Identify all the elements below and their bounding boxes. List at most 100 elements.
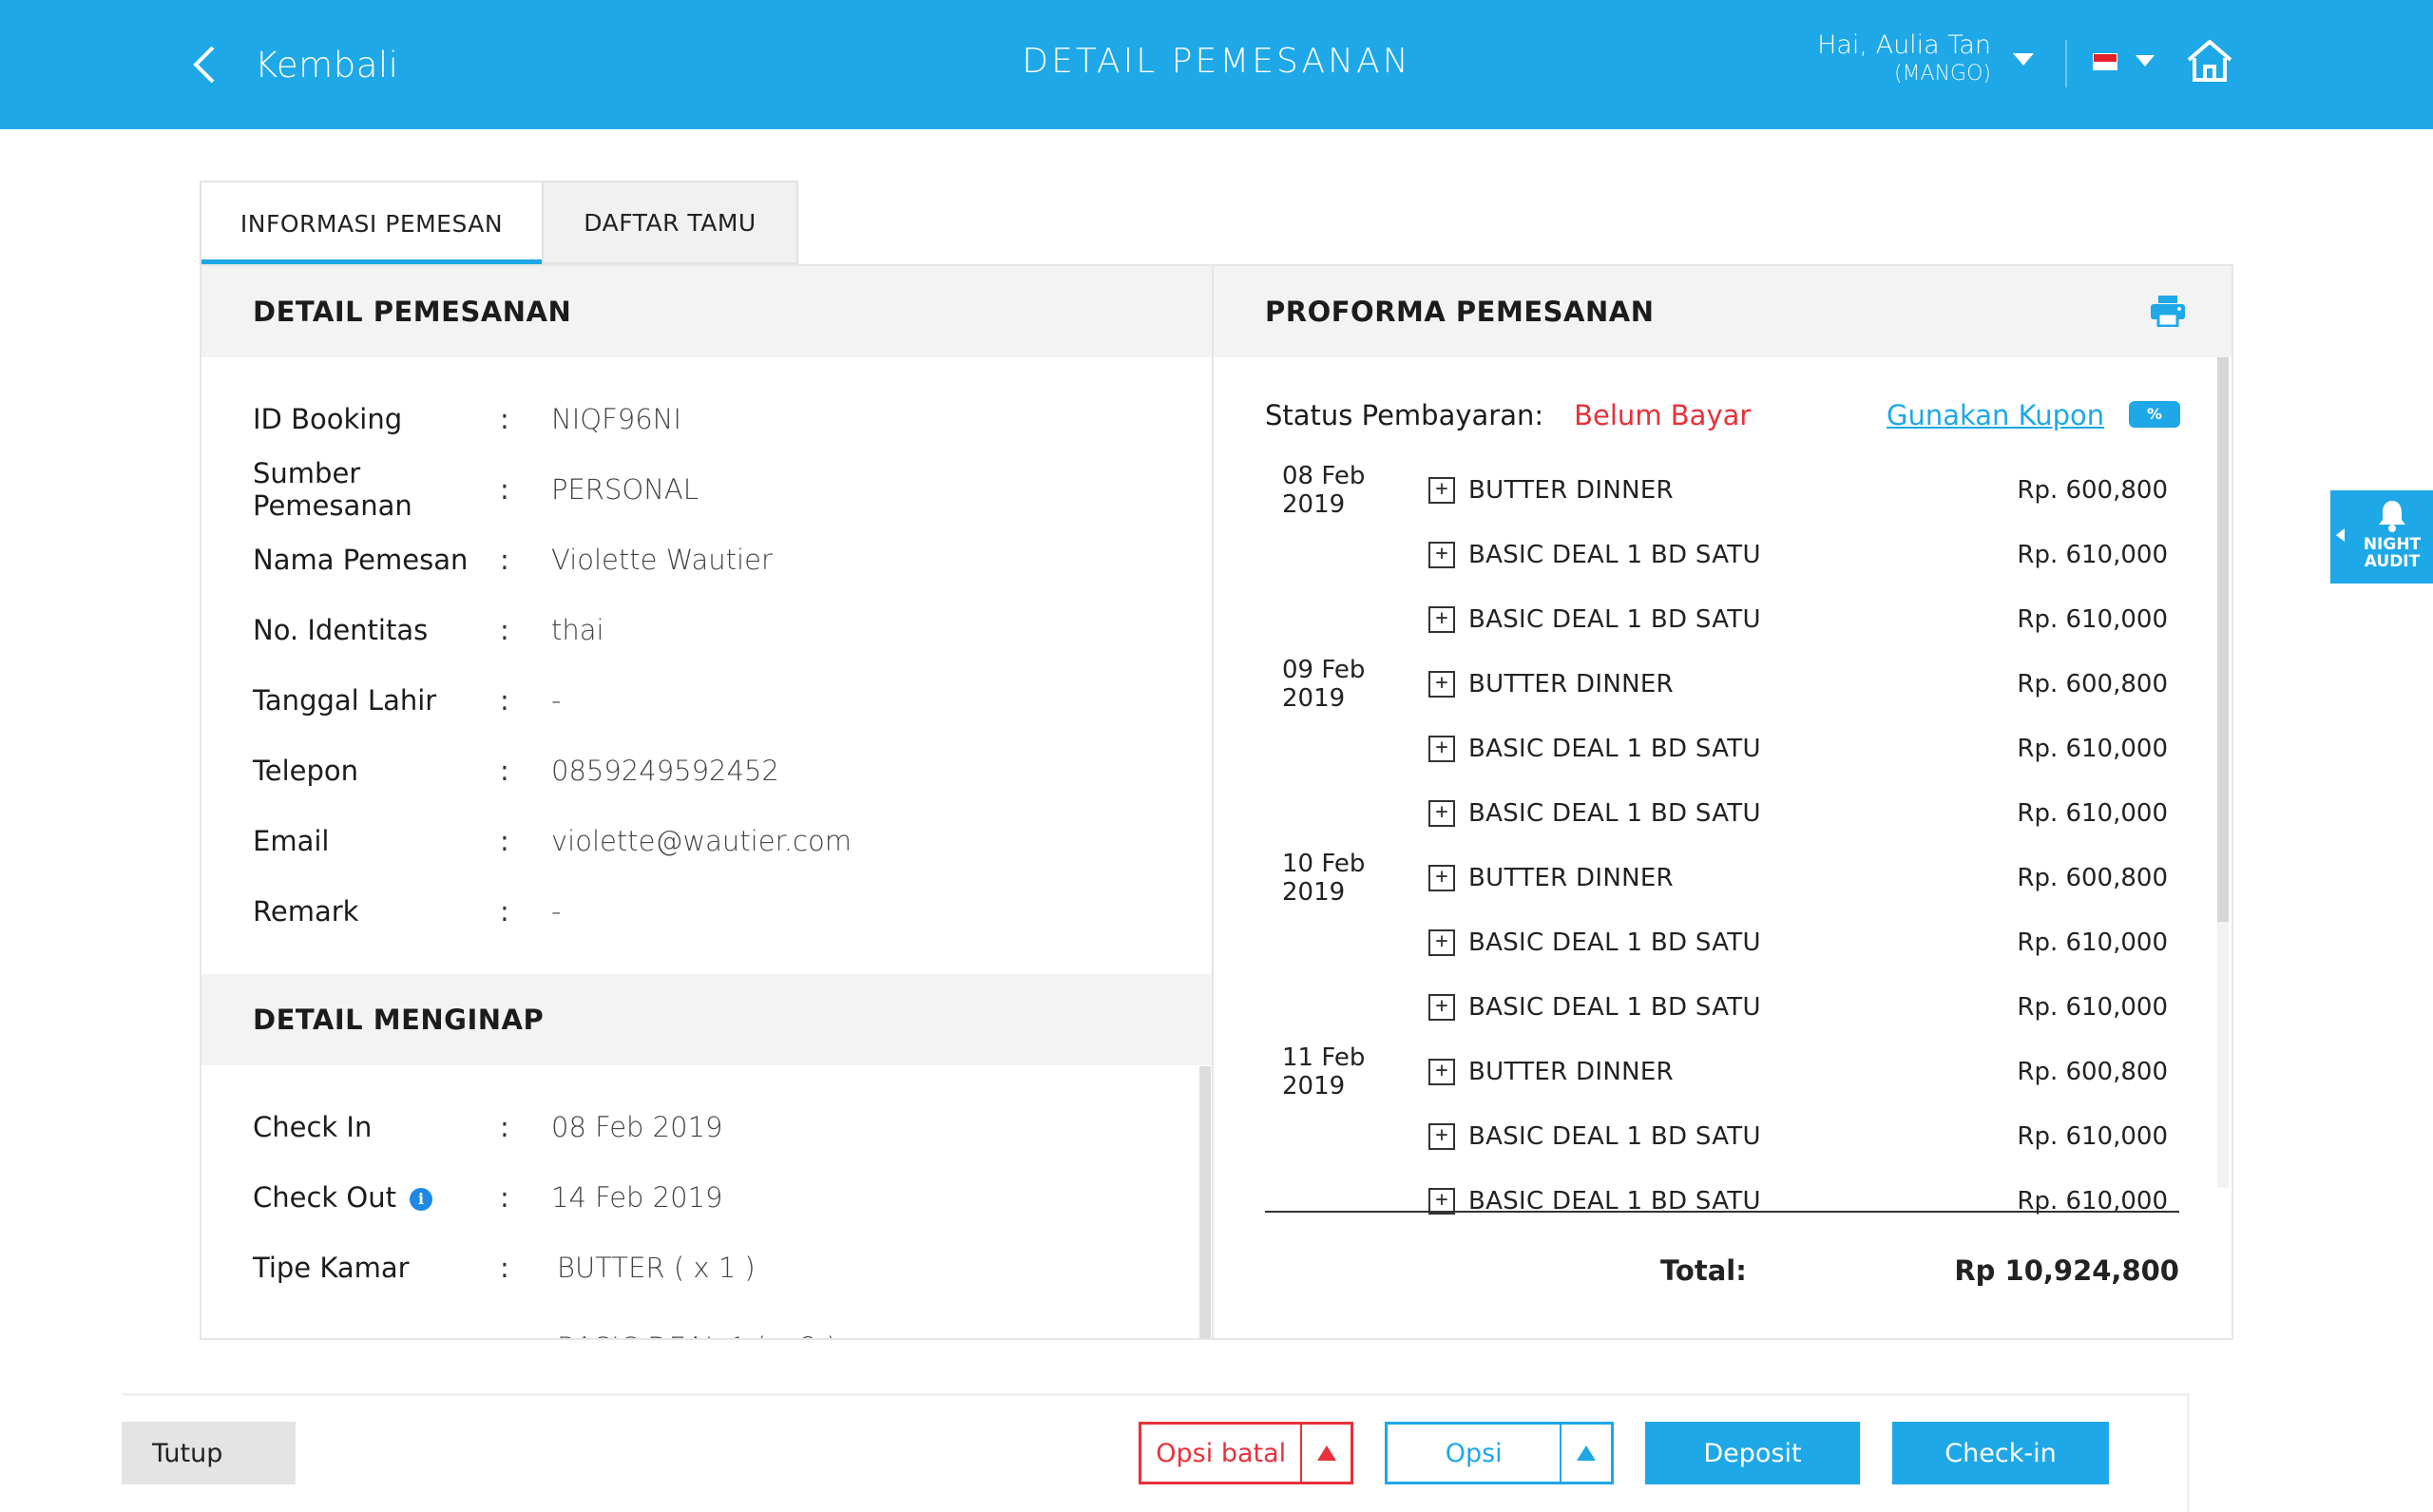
- field-label: ID Booking: [253, 403, 403, 435]
- expand-icon[interactable]: +: [1428, 994, 1455, 1021]
- list-item: 09 Feb 2019 + BUTTER DINNER Rp. 600,800: [1265, 652, 2177, 717]
- item-date: 09 Feb 2019: [1282, 656, 1366, 713]
- payment-status: Status Pembayaran: Belum Bayar: [1265, 399, 1751, 431]
- field-value: BUTTER ( x 1 ): [557, 1252, 756, 1284]
- caret-down-icon[interactable]: [2013, 53, 2034, 66]
- proforma-panel: PROFORMA PEMESANAN Status Pembayaran: Bel…: [1214, 264, 2233, 1340]
- list-item: 11 Feb 2019 + BUTTER DINNER Rp. 600,800: [1265, 1040, 2177, 1104]
- expand-icon[interactable]: +: [1428, 477, 1455, 504]
- checkin-button[interactable]: Check-in: [1892, 1422, 2109, 1484]
- item-price: Rp. 610,000: [2017, 1122, 2168, 1151]
- proforma-scrollbar[interactable]: [2217, 357, 2229, 1188]
- item-name: BUTTER DINNER: [1468, 864, 1674, 892]
- expand-icon[interactable]: +: [1428, 865, 1455, 891]
- field-value: violette@wautier.com: [551, 825, 852, 857]
- field-label: Check Out i: [201, 1181, 500, 1214]
- item-name: BASIC DEAL 1 BD SATU: [1468, 993, 1761, 1022]
- field-label: Nama Pemesan: [253, 544, 469, 576]
- expand-icon[interactable]: +: [1428, 1059, 1455, 1085]
- deposit-button[interactable]: Deposit: [1645, 1422, 1860, 1484]
- field-value: -: [551, 684, 562, 717]
- expand-icon[interactable]: +: [1428, 929, 1455, 956]
- field-colon: :: [500, 403, 509, 435]
- collapse-arrow-icon: [2336, 528, 2345, 542]
- indonesia-flag-icon[interactable]: [2093, 53, 2117, 70]
- field-label: Tipe Kamar: [253, 1252, 410, 1284]
- field-label: Tanggal Lahir: [253, 684, 437, 717]
- field-value: NIQF96NI: [551, 403, 681, 435]
- field-value: BASIC DEAL 1 ( x 2 ): [551, 1331, 837, 1338]
- field-row: No. Identitas: thai: [201, 595, 1212, 665]
- item-name: BASIC DEAL 1 BD SATU: [1468, 799, 1761, 828]
- caret-up-icon[interactable]: [1561, 1445, 1611, 1461]
- coupon-icon[interactable]: %: [2129, 401, 2180, 428]
- info-icon[interactable]: i: [410, 1188, 433, 1211]
- list-item: + BASIC DEAL 1 BD SATU Rp. 610,000: [1265, 717, 2177, 781]
- cancel-options-label: Opsi batal: [1156, 1438, 1287, 1468]
- user-menu[interactable]: Hai, Aulia Tan (MANGO): [1817, 30, 1991, 86]
- checkout-label: Check Out: [253, 1181, 397, 1214]
- field-row: Check In: 08 Feb 2019: [201, 1092, 1212, 1162]
- options-button[interactable]: Opsi: [1385, 1422, 1614, 1484]
- item-date: 08 Feb 2019: [1282, 462, 1366, 519]
- booking-field-list: ID Booking: NIQF96NI Sumber Pemesanan: PER…: [201, 357, 1212, 947]
- print-icon[interactable]: [2150, 295, 2186, 327]
- list-item: + BASIC DEAL 1 BD SATU Rp. 610,000: [1265, 910, 2177, 975]
- expand-icon[interactable]: +: [1428, 542, 1455, 568]
- scrollbar-thumb[interactable]: [2217, 357, 2229, 922]
- field-value: Violette Wautier: [551, 544, 773, 576]
- stay-scrollbar[interactable]: [1199, 1066, 1211, 1338]
- item-date: 11 Feb 2019: [1282, 1043, 1366, 1101]
- field-row: Check Out i: 14 Feb 2019: [201, 1162, 1212, 1233]
- expand-icon[interactable]: +: [1428, 1123, 1455, 1150]
- field-colon: :: [500, 1252, 509, 1284]
- night-audit-line2: AUDIT: [2364, 552, 2421, 571]
- item-name: BUTTER DINNER: [1468, 476, 1674, 505]
- field-colon: :: [500, 1111, 509, 1143]
- item-price: Rp. 610,000: [2017, 993, 2168, 1022]
- tab-informasi-pemesan[interactable]: INFORMASI PEMESAN: [200, 181, 544, 264]
- use-coupon-link[interactable]: Gunakan Kupon: [1887, 399, 2104, 431]
- night-audit-button[interactable]: NIGHT AUDIT: [2330, 490, 2433, 584]
- cancel-options-button[interactable]: Opsi batal: [1139, 1422, 1353, 1484]
- field-colon: :: [500, 755, 509, 787]
- language-caret-down-icon[interactable]: [2136, 55, 2155, 67]
- caret-up-icon[interactable]: [1302, 1445, 1351, 1461]
- field-row: ID Booking: NIQF96NI: [201, 384, 1212, 454]
- total-divider: [1265, 1211, 2179, 1213]
- close-button[interactable]: Tutup: [122, 1422, 296, 1484]
- expand-icon[interactable]: +: [1428, 606, 1455, 633]
- stay-detail-section: DETAIL MENGINAP Check In: 08 Feb 2019 Che…: [201, 974, 1212, 1338]
- item-name: BASIC DEAL 1 BD SATU: [1468, 735, 1761, 763]
- field-colon: :: [500, 1181, 509, 1214]
- list-item: + BASIC DEAL 1 BD SATU Rp. 610,000: [1265, 523, 2177, 587]
- home-icon[interactable]: [2186, 38, 2233, 84]
- expand-icon[interactable]: +: [1428, 671, 1455, 698]
- list-item: + BASIC DEAL 1 BD SATU Rp. 610,000: [1265, 1104, 2177, 1169]
- item-price: Rp. 600,800: [2017, 670, 2168, 699]
- page-title: DETAIL PEMESANAN: [1022, 42, 1411, 81]
- item-price: Rp. 600,800: [2017, 864, 2168, 892]
- field-row: Email: violette@wautier.com: [201, 806, 1212, 876]
- field-row: Nama Pemesan: Violette Wautier: [201, 525, 1212, 595]
- list-item: 08 Feb 2019 + BUTTER DINNER Rp. 600,800: [1265, 458, 2177, 523]
- field-colon: :: [500, 473, 509, 506]
- field-value: PERSONAL: [551, 473, 699, 506]
- item-name: BASIC DEAL 1 BD SATU: [1468, 605, 1761, 634]
- field-row: Tanggal Lahir: -: [201, 665, 1212, 736]
- total-value: Rp 10,924,800: [1954, 1254, 2179, 1287]
- field-value: -: [551, 895, 562, 928]
- tab-daftar-tamu[interactable]: DAFTAR TAMU: [544, 181, 798, 264]
- list-item: + BASIC DEAL 1 BD SATU Rp. 610,000: [1265, 781, 2177, 846]
- booking-detail-heading: DETAIL PEMESANAN: [201, 266, 1212, 357]
- stay-field-list: Check In: 08 Feb 2019 Check Out i: 14 Feb 2…: [201, 1065, 1212, 1338]
- field-row: Remark: -: [201, 876, 1212, 947]
- item-name: BASIC DEAL 1 BD SATU: [1468, 541, 1761, 569]
- user-org: (MANGO): [1893, 62, 1991, 86]
- field-row: Tipe Kamar: BUTTER ( x 1 ): [201, 1233, 1212, 1303]
- field-colon: :: [500, 895, 509, 928]
- expand-icon[interactable]: +: [1428, 800, 1455, 827]
- field-colon: :: [500, 614, 509, 646]
- expand-icon[interactable]: +: [1428, 736, 1455, 762]
- night-audit-label: NIGHT AUDIT: [2349, 536, 2433, 570]
